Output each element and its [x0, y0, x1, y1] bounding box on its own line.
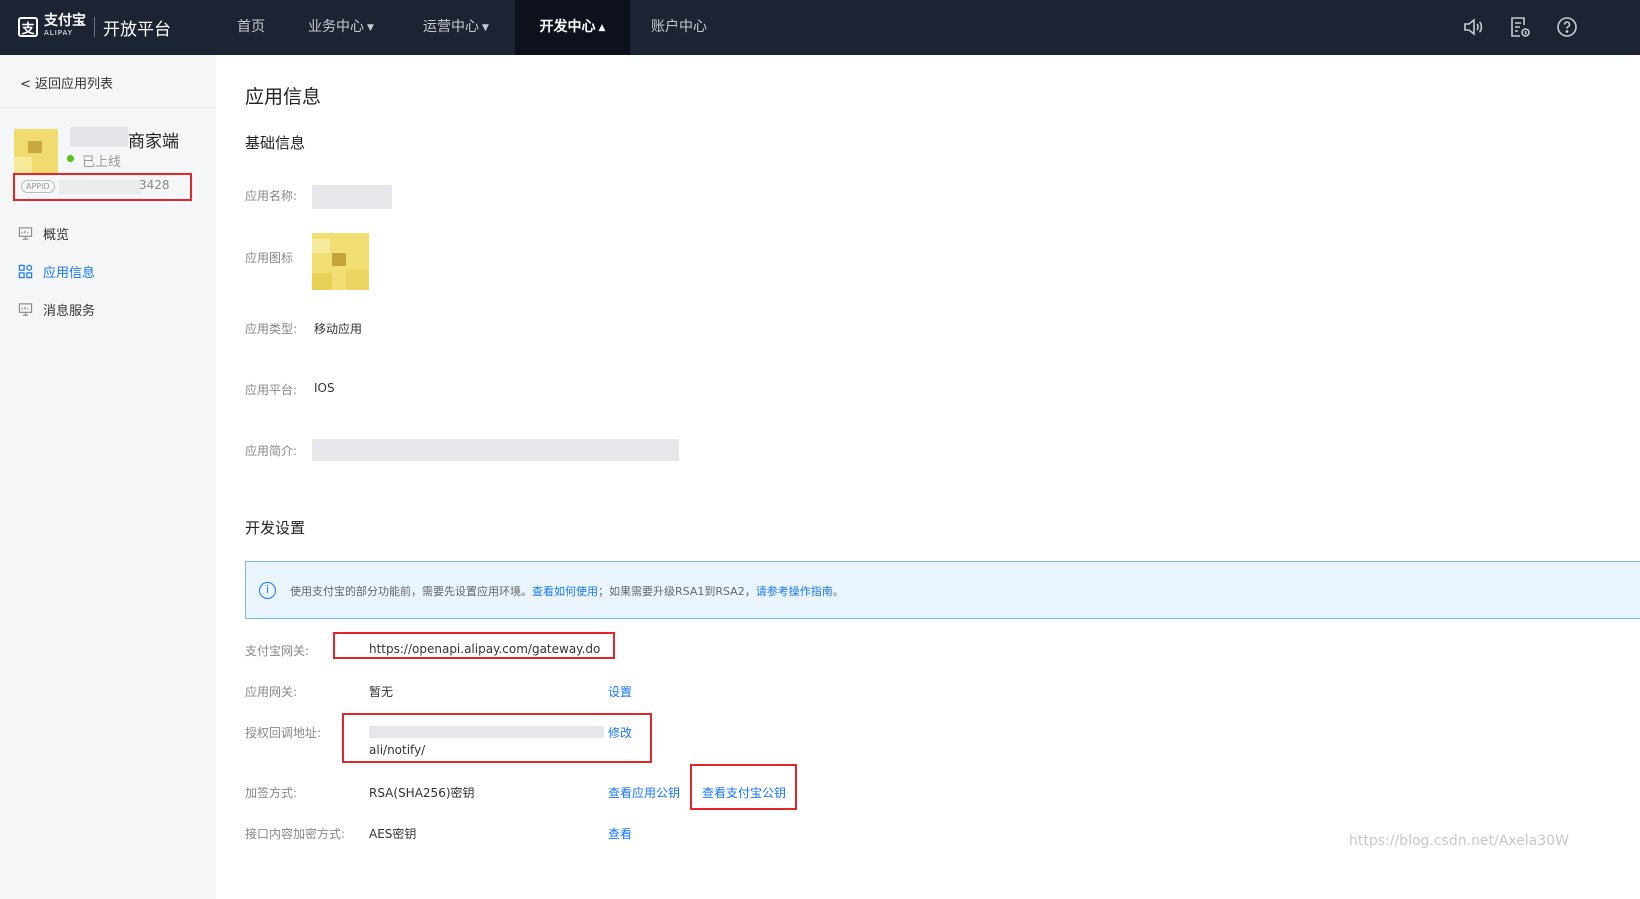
nav-home[interactable]: 首页	[221, 0, 281, 55]
alipay-logo[interactable]: 支 支付宝 ALIPAY 开放平台	[18, 12, 171, 42]
basic-info-section-title: 基础信息	[245, 134, 306, 152]
logo-cn-text: 支付宝	[44, 13, 86, 29]
app-icon-image	[312, 233, 369, 290]
sign-method-label: 加签方式:	[245, 786, 298, 800]
app-name-value-redacted	[312, 185, 392, 209]
app-type-value: 移动应用	[314, 322, 363, 336]
top-navigation-bar: 支 支付宝 ALIPAY 开放平台 首页 业务中心 ▼ 运营中心 ▼ 开发中心 ▲ 账…	[0, 0, 1640, 55]
app-grid-icon	[18, 264, 33, 278]
main-content: 应用信息 基础信息 应用名称: 应用图标 应用类型: 移动应用 应用平台: IO…	[216, 55, 1640, 899]
app-icon-label: 应用图标	[245, 251, 294, 265]
app-platform-value: IOS	[314, 381, 335, 395]
help-icon[interactable]	[1555, 15, 1579, 39]
set-app-gateway-link[interactable]: 设置	[608, 683, 632, 700]
app-name-label: 应用名称:	[245, 189, 298, 203]
auth-callback-value: ali/notify/	[369, 743, 426, 757]
appid-tag: APPID	[21, 180, 55, 193]
app-name: 商家端	[128, 132, 179, 152]
alipay-gateway-value: https://openapi.alipay.com/gateway.do	[369, 642, 601, 656]
notice-banner: i 使用支付宝的部分功能前，需要先设置应用环境。查看如何使用；如果需要升级RSA…	[245, 561, 1640, 619]
app-type-label: 应用类型:	[245, 322, 298, 336]
nav-developer-center[interactable]: 开发中心 ▲	[515, 0, 630, 55]
speaker-icon[interactable]	[1461, 15, 1485, 39]
watermark: https://blog.csdn.net/Axela30W	[1349, 833, 1569, 849]
sidebar-divider	[0, 107, 216, 108]
notice-text: 使用支付宝的部分功能前，需要先设置应用环境。查看如何使用；如果需要升级RSA1到…	[290, 585, 844, 598]
view-app-public-key-link[interactable]: 查看应用公钥	[608, 784, 680, 801]
callback-url-redacted	[369, 726, 604, 738]
encryption-method-label: 接口内容加密方式:	[245, 827, 346, 841]
nav-business-center[interactable]: 业务中心 ▼	[296, 0, 386, 55]
appid-redacted	[59, 180, 141, 194]
back-to-app-list-link[interactable]: < 返回应用列表	[20, 73, 113, 92]
view-alipay-public-key-link[interactable]: 查看支付宝公钥	[702, 784, 786, 801]
overview-icon	[18, 226, 33, 240]
how-to-use-link[interactable]: 查看如何使用	[532, 585, 598, 598]
info-icon: i	[259, 582, 276, 599]
appid-highlight-box: APPID 3428	[13, 173, 192, 201]
encryption-method-value: AES密钥	[369, 827, 417, 841]
app-intro-value-redacted	[312, 439, 679, 461]
sidebar: < 返回应用列表 商家端 已上线 APPID 3428 概览 应用信息 消息服务	[0, 55, 216, 899]
page-title: 应用信息	[245, 86, 322, 108]
app-gateway-value: 暂无	[369, 685, 394, 699]
alipay-logo-icon: 支	[18, 17, 38, 37]
dev-settings-section-title: 开发设置	[245, 519, 306, 537]
logo-divider	[94, 17, 95, 37]
status-dot	[67, 155, 74, 162]
auth-callback-label: 授权回调地址:	[245, 726, 322, 740]
appid-value: 3428	[139, 178, 170, 192]
app-intro-label: 应用简介:	[245, 444, 298, 458]
app-name-redacted	[70, 127, 128, 147]
sidebar-item-overview[interactable]: 概览	[18, 223, 69, 243]
chevron-up-icon: ▲	[598, 23, 606, 33]
view-encryption-key-link[interactable]: 查看	[608, 825, 632, 842]
sidebar-item-message-service[interactable]: 消息服务	[18, 299, 95, 319]
sidebar-item-app-info[interactable]: 应用信息	[18, 261, 95, 281]
app-platform-label: 应用平台:	[245, 383, 298, 397]
nav-operations-center[interactable]: 运营中心 ▼	[411, 0, 501, 55]
app-gateway-label: 应用网关:	[245, 685, 298, 699]
operation-guide-link[interactable]: 请参考操作指南	[756, 585, 833, 598]
message-icon	[18, 302, 33, 316]
platform-title: 开放平台	[103, 19, 171, 40]
nav-account-center[interactable]: 账户中心	[645, 0, 713, 55]
status-text: 已上线	[82, 155, 122, 170]
app-avatar	[14, 129, 58, 173]
alipay-gateway-label: 支付宝网关:	[245, 644, 310, 658]
edit-callback-link[interactable]: 修改	[608, 724, 632, 741]
logo-en-text: ALIPAY	[44, 29, 74, 37]
chevron-down-icon: ▼	[367, 23, 374, 33]
document-settings-icon[interactable]	[1508, 15, 1532, 39]
chevron-left-icon: <	[20, 77, 31, 92]
sign-method-value: RSA(SHA256)密钥	[369, 786, 475, 800]
chevron-down-icon: ▼	[482, 23, 489, 33]
